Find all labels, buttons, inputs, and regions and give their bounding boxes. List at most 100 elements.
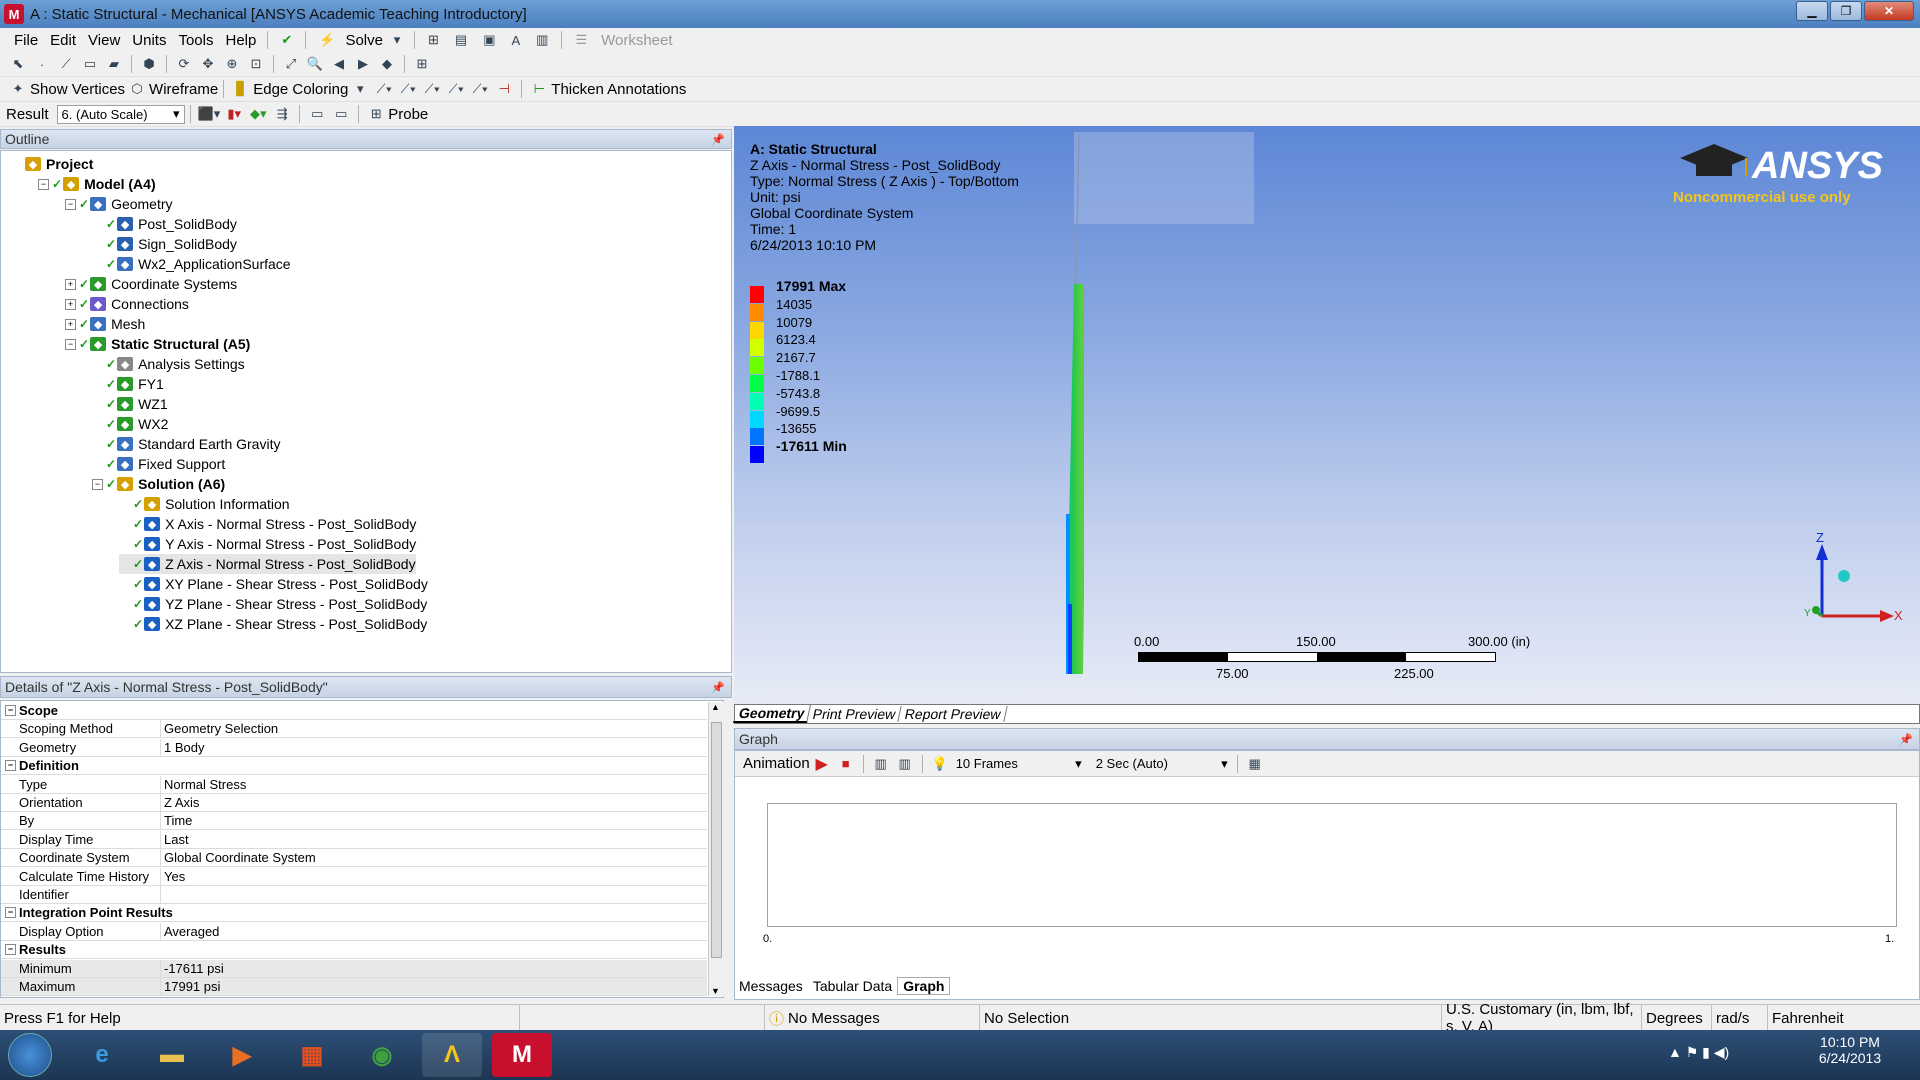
details-row[interactable]: Type Normal Stress [1, 775, 707, 794]
body-select-icon[interactable]: ▰ [104, 54, 124, 74]
edge-style-3-icon[interactable]: ⟋▾ [422, 79, 442, 99]
collapse-icon[interactable]: − [65, 338, 76, 350]
edge-style-5-icon[interactable]: ⟋▾ [470, 79, 490, 99]
outline-item[interactable]: − ✓ ◆ Solution (A6) [92, 474, 225, 494]
details-group[interactable]: − Integration Point Results [1, 904, 707, 923]
outline-item[interactable]: ✓ ◆ X Axis - Normal Stress - Post_SolidBod… [119, 514, 416, 534]
outline-item[interactable]: ✓ ◆ WZ1 [92, 394, 168, 414]
ansys-workbench-icon[interactable]: Λ [422, 1033, 482, 1077]
extend-selection-icon[interactable]: ⬢ [139, 54, 159, 74]
edge-display-icon[interactable]: ◆▾ [248, 104, 268, 124]
status-messages[interactable]: ⓘ No Messages [765, 1005, 980, 1031]
next-view-icon[interactable]: ▶ [353, 54, 373, 74]
insert-coordinate-icon[interactable]: ⊞ [422, 30, 445, 50]
insert-comment-icon[interactable]: ▤ [449, 30, 473, 50]
expand-icon[interactable]: + [65, 318, 76, 330]
pan-icon[interactable]: ✥ [198, 54, 218, 74]
details-row[interactable]: Orientation Z Axis [1, 794, 707, 812]
scale-dropdown[interactable]: 6. (Auto Scale) ▾ [56, 104, 185, 124]
solve-lightning-icon[interactable]: ⚡ [313, 30, 341, 50]
details-group[interactable]: −Information [1, 996, 707, 997]
menu-units[interactable]: Units [126, 32, 172, 49]
distributed-frames-icon[interactable]: ▥ [871, 754, 891, 774]
outline-item[interactable]: ✓ ◆ Y Axis - Normal Stress - Post_SolidBod… [119, 534, 416, 554]
graph-plot-area[interactable] [767, 803, 1897, 927]
minimize-button[interactable]: ▁ [1796, 1, 1828, 21]
collapse-icon[interactable]: − [5, 705, 16, 716]
expand-icon[interactable]: + [65, 298, 76, 310]
details-row[interactable]: Minimum -17611 psi [1, 959, 707, 978]
outline-item[interactable]: − ✓ ◆ Geometry [65, 194, 173, 214]
edge-coloring-button[interactable]: Edge Coloring [253, 81, 348, 98]
media-player-icon[interactable]: ▶ [212, 1033, 272, 1077]
outline-item[interactable]: + ✓ ◆ Connections [65, 294, 189, 314]
clock[interactable]: 10:10 PM 6/24/2013 [1800, 1034, 1900, 1066]
zoom-fit-icon[interactable]: ⤢ [281, 54, 301, 74]
ansys-mechanical-icon[interactable]: M [492, 1033, 552, 1077]
details-value[interactable]: Last [161, 831, 707, 848]
insert-chart-icon[interactable]: ▥ [530, 30, 554, 50]
expand-icon[interactable]: + [65, 278, 76, 290]
internet-explorer-icon[interactable]: e [72, 1033, 132, 1077]
thicken-annotations-button[interactable]: Thicken Annotations [551, 81, 686, 98]
insert-image-icon[interactable]: ▣ [477, 30, 501, 50]
outline-item[interactable]: ✓ ◆ FY1 [92, 374, 164, 394]
outline-item[interactable]: ✓ ◆ XZ Plane - Shear Stress - Post_SolidBo… [119, 614, 427, 634]
details-group[interactable]: − Definition [1, 757, 707, 776]
outline-item[interactable]: ✓ ◆ Wx2_ApplicationSurface [92, 254, 291, 274]
vertex-select-icon[interactable]: · [32, 54, 52, 74]
collapse-icon[interactable]: − [92, 478, 103, 490]
scroll-up-icon[interactable]: ▲ [711, 702, 720, 712]
export-video-icon[interactable]: ▦ [1245, 754, 1265, 774]
status-rate[interactable]: rad/s [1712, 1005, 1768, 1031]
details-row[interactable]: Scoping Method Geometry Selection [1, 720, 707, 739]
status-angle[interactable]: Degrees [1642, 1005, 1712, 1031]
duration-dropdown[interactable]: 2 Sec (Auto) ▾ [1092, 754, 1232, 773]
probe-icon[interactable]: ⊞ [366, 104, 386, 124]
tab-print-preview[interactable]: Print Preview [807, 706, 903, 722]
details-value[interactable]: 17991 psi [161, 978, 707, 995]
menu-help[interactable]: Help [220, 32, 263, 49]
worksheet-icon[interactable]: ☰ [569, 30, 593, 50]
edge-coloring-dropdown-icon[interactable]: ▾ [350, 79, 370, 99]
zoom-icon[interactable]: ⊕ [222, 54, 242, 74]
scroll-down-icon[interactable]: ▼ [711, 986, 720, 996]
previous-view-icon[interactable]: ◀ [329, 54, 349, 74]
close-button[interactable]: ✕ [1864, 1, 1914, 21]
outline-item[interactable]: + ✓ ◆ Coordinate Systems [65, 274, 237, 294]
outline-item[interactable]: ✓ ◆ XY Plane - Shear Stress - Post_SolidBo… [119, 574, 428, 594]
details-row[interactable]: By Time [1, 812, 707, 831]
vector-display-icon[interactable]: ⇶ [272, 104, 292, 124]
outline-item[interactable]: ✓ ◆ Standard Earth Gravity [92, 434, 280, 454]
thicken-icon[interactable]: ⊣ [494, 79, 514, 99]
viewports-icon[interactable]: ⊞ [412, 54, 432, 74]
post-model[interactable] [984, 134, 1084, 679]
details-row[interactable]: Display Option Averaged [1, 922, 707, 941]
status-units[interactable]: U.S. Customary (in, lbm, lbf, s, V, A) [1442, 1001, 1642, 1035]
geometry-display-icon[interactable]: ⬛▾ [198, 104, 221, 124]
details-row[interactable]: Identifier [1, 886, 707, 904]
scroll-thumb[interactable] [711, 722, 722, 958]
tab-messages[interactable]: Messages [734, 978, 808, 994]
details-row[interactable]: Calculate Time History Yes [1, 867, 707, 886]
tab-geometry[interactable]: Geometry [733, 705, 812, 723]
solve-button[interactable]: Solve [343, 32, 385, 49]
thicken-annotations-icon[interactable]: ⊢ [529, 79, 549, 99]
menu-file[interactable]: File [8, 32, 44, 49]
edge-style-2-icon[interactable]: ⟋▾ [398, 79, 418, 99]
select-mode-icon[interactable]: ⬉ [8, 54, 28, 74]
wireframe-icon[interactable]: ⬡ [127, 79, 147, 99]
solve-dropdown-icon[interactable]: ▾ [387, 30, 407, 50]
details-value[interactable]: Normal Stress [161, 776, 707, 793]
details-value[interactable] [161, 886, 707, 903]
tab-report-preview[interactable]: Report Preview [899, 706, 1008, 722]
menu-view[interactable]: View [82, 32, 126, 49]
collapse-icon[interactable]: − [38, 178, 49, 190]
pin-icon[interactable]: 📌 [1899, 733, 1913, 746]
details-row[interactable]: Geometry 1 Body [1, 738, 707, 757]
outline-item[interactable]: − ✓ ◆ Model (A4) [38, 174, 156, 194]
color-legend[interactable]: 17991 Max 14035 10079 6123.4 2167.7 -1788.1 -5… [750, 278, 870, 468]
mechanical-app-icon[interactable]: M [4, 4, 24, 24]
menu-edit[interactable]: Edit [44, 32, 82, 49]
start-button[interactable] [8, 1033, 52, 1077]
